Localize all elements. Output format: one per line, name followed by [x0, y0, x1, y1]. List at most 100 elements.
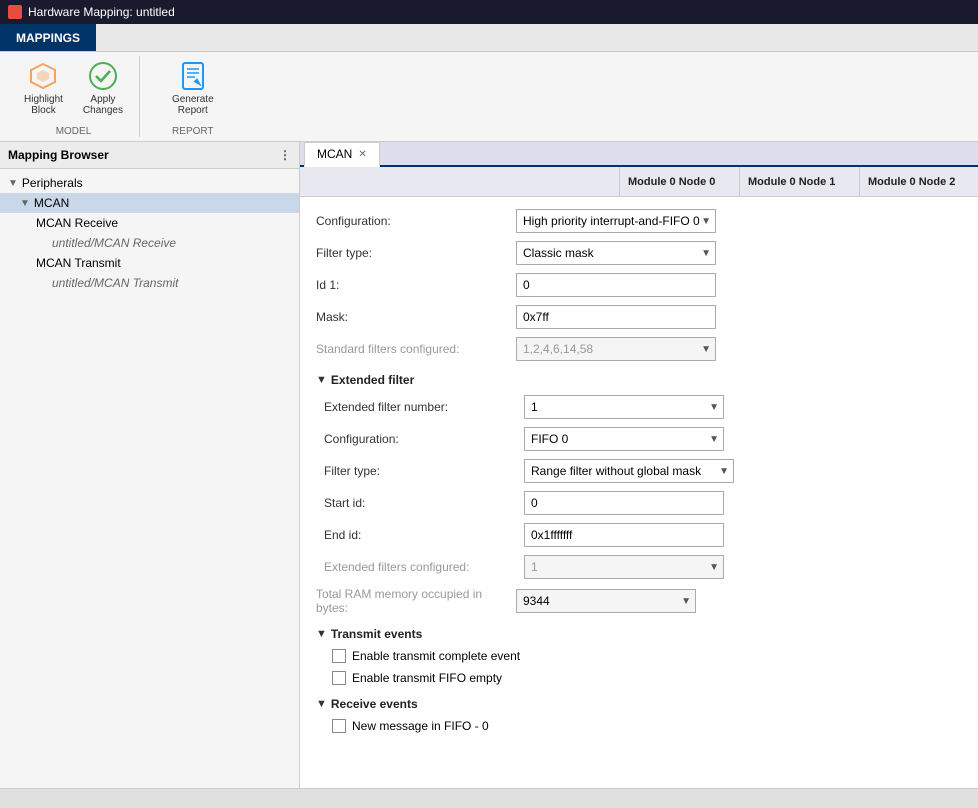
ext-filters-configured-value: 1: [531, 560, 538, 574]
sidebar-title: Mapping Browser: [8, 148, 109, 162]
ext-filter-number-row: Extended filter number: 1 ▼: [316, 391, 962, 423]
enable-transmit-complete-row: Enable transmit complete event: [316, 645, 962, 667]
ext-config-value: FIFO 0: [531, 432, 568, 446]
ext-config-arrow: ▼: [709, 434, 719, 445]
new-message-fifo-row: New message in FIFO - 0: [316, 715, 962, 737]
ext-filter-number-label: Extended filter number:: [324, 400, 524, 414]
col-header-1: Module 0 Node 1: [740, 167, 860, 196]
apply-changes-label: ApplyChanges: [83, 94, 123, 116]
ext-endid-row: End id:: [316, 519, 962, 551]
form-scroll: Configuration: High priority interrupt-a…: [300, 197, 978, 788]
apply-changes-button[interactable]: ApplyChanges: [75, 56, 131, 120]
new-message-fifo-checkbox[interactable]: [332, 719, 346, 733]
new-message-fifo-label: New message in FIFO - 0: [352, 719, 489, 733]
highlight-icon: [27, 60, 59, 92]
transmit-events-section-header: ▼ Transmit events: [316, 619, 962, 645]
std-mask-row: Mask:: [316, 301, 962, 333]
ext-startid-row: Start id:: [316, 487, 962, 519]
std-filters-configured-label: Standard filters configured:: [316, 342, 516, 356]
ext-filtertype-value: Range filter without global mask: [531, 464, 701, 478]
enable-transmit-complete-checkbox[interactable]: [332, 649, 346, 663]
total-ram-label: Total RAM memory occupied in bytes:: [316, 587, 516, 615]
report-section-label: REPORT: [172, 126, 214, 137]
total-ram-input-wrap: 9344 ▼: [516, 589, 696, 613]
form-content: Configuration: High priority interrupt-a…: [300, 197, 978, 745]
apply-icon: [87, 60, 119, 92]
tab-close-icon[interactable]: ✕: [358, 149, 366, 160]
mcan-label: MCAN: [34, 196, 69, 210]
ext-filter-number-arrow: ▼: [709, 402, 719, 413]
std-config-select[interactable]: High priority interrupt-and-FIFO 0 ▼: [516, 209, 716, 233]
sidebar-item-mcan[interactable]: ▼ MCAN: [0, 193, 299, 213]
tab-mcan[interactable]: MCAN ✕: [304, 142, 380, 167]
app-icon: [8, 5, 22, 19]
std-mask-input[interactable]: [516, 305, 716, 329]
std-filtertype-select[interactable]: Classic mask ▼: [516, 241, 716, 265]
sidebar-item-mcan-transmit-path[interactable]: untitled/MCAN Transmit: [0, 273, 299, 293]
ext-filtertype-select[interactable]: Range filter without global mask ▼: [524, 459, 734, 483]
highlight-block-button[interactable]: HighlightBlock: [16, 56, 71, 120]
std-filters-configured-row: Standard filters configured: 1,2,4,6,14,…: [316, 333, 962, 365]
sidebar-item-mcan-receive-path[interactable]: untitled/MCAN Receive: [0, 233, 299, 253]
receive-events-section-label: Receive events: [331, 697, 418, 711]
title-bar: Hardware Mapping: untitled: [0, 0, 978, 24]
receive-events-collapse-icon[interactable]: ▼: [316, 698, 327, 710]
std-id1-input[interactable]: [516, 273, 716, 297]
peripherals-arrow: ▼: [8, 178, 18, 189]
col-spacer: [300, 167, 620, 196]
toolbar-model-group: HighlightBlock ApplyChanges MODEL: [8, 56, 140, 137]
std-filters-configured-value: 1,2,4,6,14,58: [523, 342, 593, 356]
ext-filters-configured-select: 1 ▼: [524, 555, 724, 579]
std-filtertype-arrow: ▼: [701, 248, 711, 259]
column-headers: Module 0 Node 0 Module 0 Node 1 Module 0…: [300, 167, 978, 197]
extended-filter-collapse-icon[interactable]: ▼: [316, 374, 327, 386]
std-filtertype-row: Filter type: Classic mask ▼: [316, 237, 962, 269]
ext-startid-label: Start id:: [324, 496, 524, 510]
std-filtertype-value: Classic mask: [523, 246, 594, 260]
sidebar-item-mcan-receive[interactable]: MCAN Receive: [0, 213, 299, 233]
status-bar: [0, 788, 978, 808]
std-id1-label: Id 1:: [316, 278, 516, 292]
ext-filters-configured-row: Extended filters configured: 1 ▼: [316, 551, 962, 583]
ext-startid-input[interactable]: [524, 491, 724, 515]
generate-report-button[interactable]: GenerateReport: [164, 56, 222, 120]
enable-transmit-complete-label: Enable transmit complete event: [352, 649, 520, 663]
sidebar-item-mcan-transmit[interactable]: MCAN Transmit: [0, 253, 299, 273]
enable-transmit-fifo-checkbox[interactable]: [332, 671, 346, 685]
toolbar: HighlightBlock ApplyChanges MODEL: [0, 52, 978, 142]
std-filtertype-label: Filter type:: [316, 246, 516, 260]
ext-filters-configured-arrow: ▼: [709, 562, 719, 573]
sidebar-menu-icon[interactable]: ⋮: [279, 148, 291, 162]
mappings-tab[interactable]: MAPPINGS: [0, 24, 96, 51]
ext-config-select[interactable]: FIFO 0 ▼: [524, 427, 724, 451]
extended-filter-section-header: ▼ Extended filter: [316, 365, 962, 391]
mcan-receive-path-label: untitled/MCAN Receive: [52, 236, 176, 250]
ext-endid-label: End id:: [324, 528, 524, 542]
highlight-block-label: HighlightBlock: [24, 94, 63, 116]
ext-filters-configured-label: Extended filters configured:: [324, 560, 524, 574]
std-config-value: High priority interrupt-and-FIFO 0: [523, 214, 700, 228]
transmit-events-section-label: Transmit events: [331, 627, 422, 641]
std-config-label: Configuration:: [316, 214, 516, 228]
std-filters-configured-arrow: ▼: [701, 344, 711, 355]
menu-bar: MAPPINGS: [0, 24, 978, 52]
main-layout: Mapping Browser ⋮ ▼ Peripherals ▼ MCAN M…: [0, 142, 978, 788]
std-mask-label: Mask:: [316, 310, 516, 324]
ext-filtertype-row: Filter type: Range filter without global…: [316, 455, 962, 487]
sidebar-item-peripherals[interactable]: ▼ Peripherals: [0, 173, 299, 193]
ext-filtertype-arrow: ▼: [719, 466, 729, 477]
mcan-transmit-path-label: untitled/MCAN Transmit: [52, 276, 178, 290]
enable-transmit-fifo-label: Enable transmit FIFO empty: [352, 671, 502, 685]
ext-endid-input[interactable]: [524, 523, 724, 547]
ext-config-row: Configuration: FIFO 0 ▼: [316, 423, 962, 455]
transmit-events-collapse-icon[interactable]: ▼: [316, 628, 327, 640]
col-header-0: Module 0 Node 0: [620, 167, 740, 196]
mcan-arrow: ▼: [20, 198, 30, 209]
ext-filter-number-value: 1: [531, 400, 538, 414]
toolbar-report-group: GenerateReport REPORT: [156, 56, 230, 137]
generate-report-label: GenerateReport: [172, 94, 214, 116]
ext-filter-number-select[interactable]: 1 ▼: [524, 395, 724, 419]
title-text: Hardware Mapping: untitled: [28, 5, 175, 19]
report-icon: [177, 60, 209, 92]
total-ram-row: Total RAM memory occupied in bytes: 9344…: [316, 583, 962, 619]
